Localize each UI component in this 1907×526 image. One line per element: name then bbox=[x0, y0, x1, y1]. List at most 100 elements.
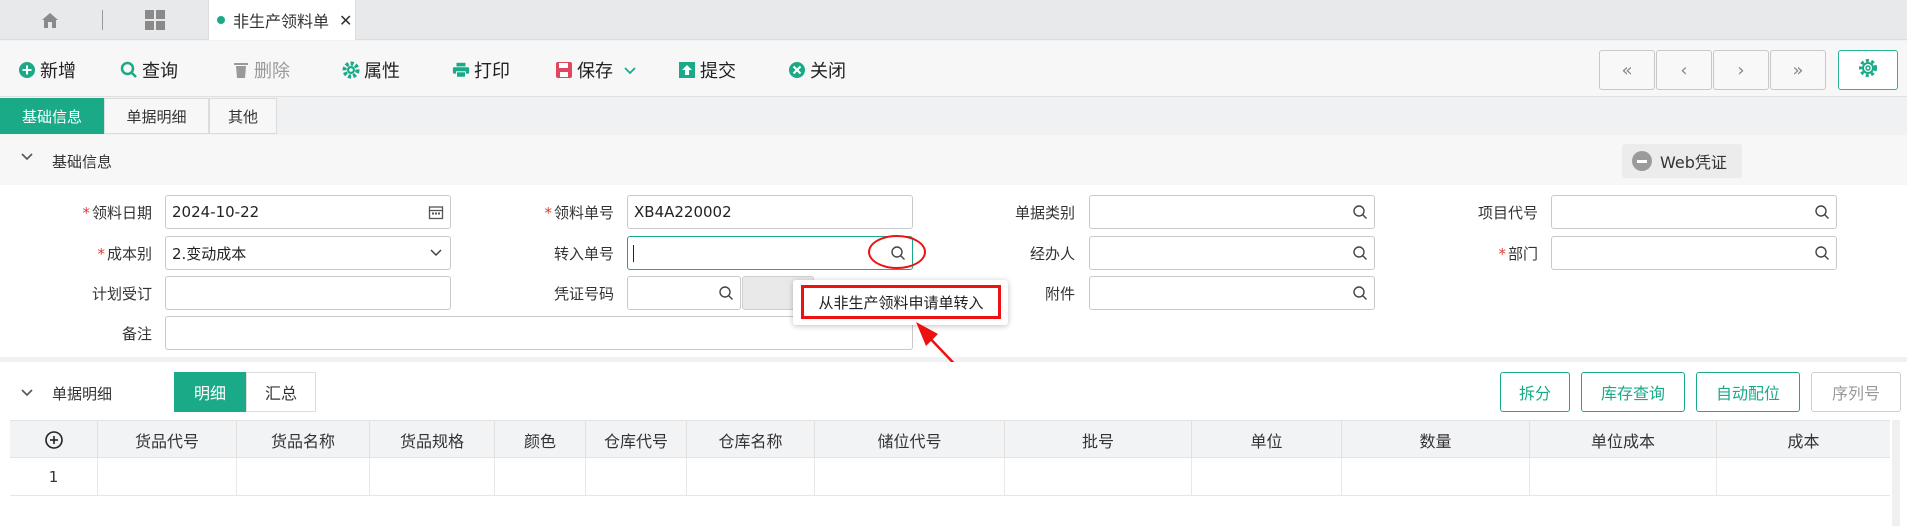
issue-no-field[interactable]: XB4A220002 bbox=[627, 195, 913, 229]
cell-location-code[interactable] bbox=[814, 458, 1004, 496]
tab-non-production-issue[interactable]: 非生产领料单 ✕ bbox=[208, 0, 356, 40]
query-button[interactable]: 查询 bbox=[120, 57, 178, 83]
col-warehouse-name[interactable]: 仓库名称 bbox=[686, 421, 814, 459]
col-color[interactable]: 颜色 bbox=[494, 421, 585, 459]
cell-unit-cost[interactable] bbox=[1529, 458, 1716, 496]
add-row-icon[interactable] bbox=[10, 421, 97, 459]
stock-query-button[interactable]: 库存查询 bbox=[1581, 372, 1685, 412]
col-warehouse-code[interactable]: 仓库代号 bbox=[585, 421, 686, 459]
serial-number-label: 序列号 bbox=[1831, 384, 1880, 403]
table-row[interactable]: 1 bbox=[10, 458, 1890, 496]
doc-type-field[interactable] bbox=[1089, 195, 1375, 229]
cell-item-code[interactable] bbox=[97, 458, 236, 496]
properties-button[interactable]: 属性 bbox=[342, 57, 400, 83]
delete-button[interactable]: 删除 bbox=[232, 57, 290, 83]
tab-other[interactable]: 其他 bbox=[209, 98, 277, 134]
search-icon[interactable] bbox=[1352, 285, 1368, 301]
search-icon[interactable] bbox=[1814, 204, 1830, 220]
new-button[interactable]: 新增 bbox=[18, 57, 76, 83]
search-icon[interactable] bbox=[718, 285, 734, 301]
cell-item-spec[interactable] bbox=[369, 458, 494, 496]
save-label: 保存 bbox=[577, 61, 613, 82]
first-record-button[interactable]: « bbox=[1599, 50, 1655, 90]
department-label: * 部门 bbox=[1498, 245, 1538, 263]
search-icon[interactable] bbox=[1814, 245, 1830, 261]
last-icon: » bbox=[1792, 59, 1804, 81]
cell-color[interactable] bbox=[494, 458, 585, 496]
tooltip-text: 从非生产领料申请单转入 bbox=[801, 285, 1001, 319]
handler-label: 经办人 bbox=[1029, 245, 1075, 263]
save-button[interactable]: 保存 bbox=[555, 57, 637, 83]
collapse-chevron-icon[interactable] bbox=[20, 150, 34, 166]
basic-info-title: 基础信息 bbox=[52, 153, 113, 171]
vertical-scrollbar[interactable] bbox=[1892, 420, 1900, 526]
last-record-button[interactable]: » bbox=[1770, 50, 1826, 90]
home-icon[interactable] bbox=[30, 8, 70, 32]
project-code-label: 项目代号 bbox=[1477, 204, 1538, 222]
web-voucher-button[interactable]: Web凭证 bbox=[1622, 144, 1742, 178]
close-button[interactable]: 关闭 bbox=[788, 57, 846, 83]
auto-allocate-button[interactable]: 自动配位 bbox=[1696, 372, 1800, 412]
detail-title: 单据明细 bbox=[52, 385, 113, 403]
project-code-field[interactable] bbox=[1551, 195, 1837, 229]
attachment-field[interactable] bbox=[1089, 276, 1375, 310]
col-location-code[interactable]: 储位代号 bbox=[814, 421, 1004, 459]
submit-label: 提交 bbox=[700, 61, 736, 82]
tab-label: 单据明细 bbox=[126, 107, 187, 126]
issue-date-value: 2024-10-22 bbox=[172, 203, 260, 221]
next-icon: › bbox=[1737, 59, 1745, 81]
close-circle-icon bbox=[788, 61, 806, 79]
issue-date-field[interactable]: 2024-10-22 bbox=[165, 195, 451, 229]
col-cost[interactable]: 成本 bbox=[1716, 421, 1890, 459]
split-button[interactable]: 拆分 bbox=[1500, 372, 1570, 412]
submit-button[interactable]: 提交 bbox=[678, 57, 736, 83]
row-index: 1 bbox=[48, 468, 59, 486]
cost-type-select[interactable]: 2.变动成本 bbox=[165, 236, 451, 270]
cell-batch-no[interactable] bbox=[1004, 458, 1191, 496]
toolbar: 新增 查询 删除 属性 打印 保存 提交 关闭 « ‹ › » bbox=[0, 41, 1907, 97]
col-batch-no[interactable]: 批号 bbox=[1004, 421, 1191, 459]
serial-number-button[interactable]: 序列号 bbox=[1811, 372, 1901, 412]
query-label: 查询 bbox=[142, 61, 178, 82]
close-icon[interactable]: ✕ bbox=[339, 11, 352, 30]
tab-label: 明细 bbox=[193, 384, 226, 403]
tab-basic-info[interactable]: 基础信息 bbox=[0, 98, 104, 134]
tab-detail[interactable]: 明细 bbox=[174, 372, 246, 412]
department-field[interactable] bbox=[1551, 236, 1837, 270]
next-record-button[interactable]: › bbox=[1713, 50, 1769, 90]
collapse-chevron-icon[interactable] bbox=[20, 386, 34, 402]
print-button[interactable]: 打印 bbox=[452, 57, 510, 83]
settings-button[interactable] bbox=[1838, 50, 1898, 90]
tab-doc-detail[interactable]: 单据明细 bbox=[104, 98, 209, 134]
prev-icon: ‹ bbox=[1680, 59, 1688, 81]
col-item-spec[interactable]: 货品规格 bbox=[369, 421, 494, 459]
handler-field[interactable] bbox=[1089, 236, 1375, 270]
col-unit[interactable]: 单位 bbox=[1191, 421, 1341, 459]
voucher-no-field[interactable] bbox=[627, 276, 741, 310]
prev-record-button[interactable]: ‹ bbox=[1656, 50, 1712, 90]
col-item-code[interactable]: 货品代号 bbox=[97, 421, 236, 459]
cell-warehouse-name[interactable] bbox=[686, 458, 814, 496]
upload-icon bbox=[678, 61, 696, 79]
chevron-down-icon[interactable] bbox=[428, 245, 444, 261]
col-quantity[interactable]: 数量 bbox=[1341, 421, 1529, 459]
cell-warehouse-code[interactable] bbox=[585, 458, 686, 496]
col-item-name[interactable]: 货品名称 bbox=[236, 421, 369, 459]
web-voucher-label: Web凭证 bbox=[1660, 153, 1727, 172]
cell-unit[interactable] bbox=[1191, 458, 1341, 496]
chevron-down-icon[interactable] bbox=[623, 60, 637, 81]
remark-label: 备注 bbox=[121, 325, 152, 343]
search-icon[interactable] bbox=[1352, 245, 1368, 261]
cell-cost[interactable] bbox=[1716, 458, 1890, 496]
doc-tab-label: 非生产领料单 bbox=[233, 12, 330, 31]
apps-grid-icon[interactable] bbox=[140, 8, 170, 32]
col-unit-cost[interactable]: 单位成本 bbox=[1529, 421, 1716, 459]
auto-allocate-label: 自动配位 bbox=[1715, 384, 1780, 403]
active-dot-icon bbox=[217, 16, 225, 24]
cell-quantity[interactable] bbox=[1341, 458, 1529, 496]
plan-order-field[interactable] bbox=[165, 276, 451, 310]
tab-summary[interactable]: 汇总 bbox=[246, 372, 316, 412]
calendar-icon[interactable] bbox=[428, 204, 444, 220]
cell-item-name[interactable] bbox=[236, 458, 369, 496]
search-icon[interactable] bbox=[1352, 204, 1368, 220]
